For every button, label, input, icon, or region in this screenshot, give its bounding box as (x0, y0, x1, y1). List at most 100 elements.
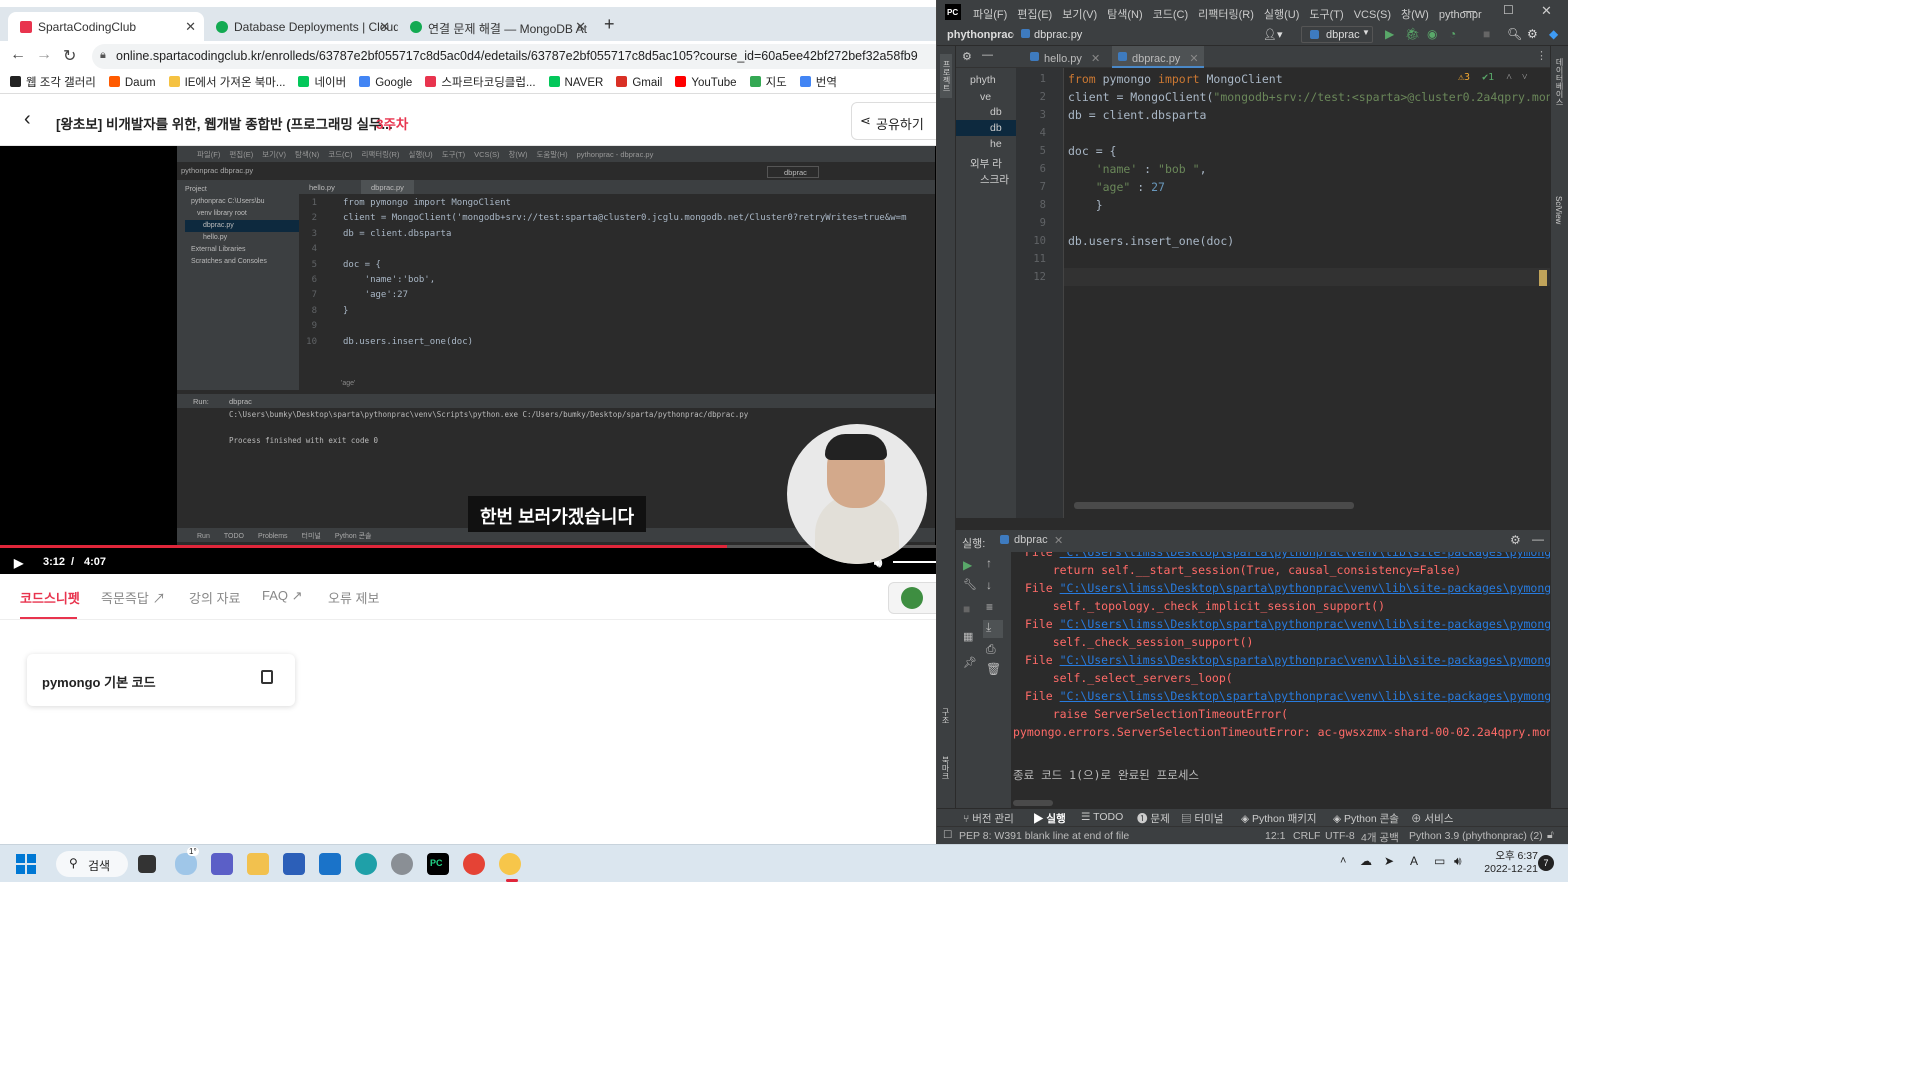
taskbar-search[interactable]: ⚲ 검색 (56, 851, 128, 877)
settings-gear-icon[interactable]: ⚙ (1510, 533, 1521, 547)
python-interpreter[interactable]: Python 3.9 (phythonprac) (2) (1409, 830, 1543, 842)
trash-icon[interactable]: 🗑︎ (986, 662, 1001, 676)
bookmark-item[interactable]: 번역 (799, 74, 837, 90)
editor-tab-dbprac[interactable]: dbprac.py ✕ (1112, 46, 1204, 68)
project-tree-item[interactable]: he (956, 136, 1016, 152)
breadcrumb-project[interactable]: phythonprac (947, 29, 1014, 41)
ime-icon[interactable]: A (1410, 854, 1418, 868)
close-window-icon[interactable]: ✕ (1541, 3, 1552, 19)
bottom-tool-tab[interactable]: ◈ Python 패키지 (1241, 811, 1317, 826)
pin-icon[interactable]: 📌︎ (963, 656, 977, 669)
notification-badge[interactable]: 7 (1538, 855, 1554, 871)
project-tree-item[interactable]: phyth (956, 72, 1016, 88)
editor-tab-hello[interactable]: hello.py ✕ (1024, 46, 1108, 68)
bookmark-item[interactable]: 지도 (749, 74, 787, 90)
wrench-icon[interactable]: 🔧︎ (963, 578, 977, 591)
settings-icon[interactable] (391, 853, 413, 875)
pycharm-taskbar-icon[interactable]: PC (427, 853, 449, 875)
clock[interactable]: 오후 6:37 2022-12-21 (1478, 850, 1538, 876)
tab-lecture-materials[interactable]: 강의 자료 (189, 588, 240, 607)
structure-tool-button[interactable]: 구조 (940, 708, 951, 724)
console-file-link[interactable]: "C:\Users\limss\Desktop\sparta\pythonpra… (1060, 581, 1550, 595)
network-icon[interactable]: ▭ (1434, 854, 1445, 868)
run-config-select[interactable]: dbprac ▼ (1301, 26, 1373, 43)
user-icon[interactable]: 👤︎▾ (1263, 28, 1283, 41)
browser-tab-mongodb-troubleshoot[interactable]: 연결 문제 해결 — MongoDB At ✕ (398, 12, 594, 41)
bookmark-item[interactable]: IE에서 가져온 북마... (168, 74, 285, 90)
rerun-icon[interactable]: ▶ (963, 558, 972, 572)
project-tree-item[interactable]: ve (956, 89, 1016, 105)
minimize-icon[interactable]: — (1532, 532, 1544, 546)
back-arrow-icon[interactable]: ← (10, 46, 26, 64)
layout-icon[interactable]: ▦ (963, 630, 973, 643)
breadcrumb-file[interactable]: dbprac.py (1034, 29, 1082, 41)
bottom-tool-tab[interactable]: ☰ TODO (1081, 811, 1123, 823)
send-icon[interactable]: ➤ (1384, 854, 1394, 868)
weather-widget-icon[interactable]: 1° (175, 847, 199, 875)
project-tree-item[interactable]: 스크라 (956, 170, 1016, 186)
close-icon[interactable]: ✕ (1054, 534, 1063, 547)
ide-menu-item[interactable]: 탐색(N) (1107, 9, 1143, 21)
settings-gear-icon[interactable]: ⚙ (962, 50, 972, 63)
run-tab-label[interactable]: dbprac (1014, 534, 1048, 546)
snippet-card[interactable]: pymongo 기본 코드 (27, 654, 295, 706)
bookmark-item[interactable]: 웹 조각 갤러리 (10, 74, 96, 90)
chevron-up-icon[interactable]: ˄ (1506, 72, 1512, 83)
ide-menu-item[interactable]: 실행(U) (1264, 9, 1300, 21)
more-icon[interactable]: ⋮ (1536, 49, 1547, 62)
print-icon[interactable]: ⎙ (986, 642, 996, 657)
bottom-tool-tab[interactable]: ❶ 문제 (1137, 811, 1170, 826)
project-tool-button[interactable]: 프로젝트 (940, 54, 952, 98)
run-icon[interactable]: ▶ (1385, 27, 1394, 41)
close-icon[interactable]: ✕ (575, 19, 586, 35)
run-console-output[interactable]: File "C:\Users\limss\Desktop\sparta\pyth… (1011, 552, 1550, 808)
close-icon[interactable]: ✕ (1091, 53, 1100, 65)
console-file-link[interactable]: "C:\Users\limss\Desktop\sparta\pythonpra… (1060, 617, 1550, 631)
up-arrow-icon[interactable]: ↑ (986, 556, 992, 570)
bookmarks-tool-button[interactable]: 북마크 (940, 756, 951, 780)
stop-icon[interactable]: ■ (1483, 27, 1490, 41)
soft-wrap-icon[interactable]: ≡ (986, 600, 993, 614)
bottom-tool-tab[interactable]: ▤ 터미널 (1181, 811, 1223, 826)
ide-menu-item[interactable]: 보기(V) (1062, 9, 1097, 21)
close-icon[interactable]: ✕ (1189, 53, 1198, 65)
teams-chat-icon[interactable] (211, 853, 233, 875)
tab-error-report[interactable]: 오류 제보 (328, 588, 379, 607)
ide-menu-item[interactable]: 코드(C) (1153, 9, 1189, 21)
console-file-link[interactable]: "C:\Users\limss\Desktop\sparta\pythonpra… (1060, 689, 1550, 703)
scroll-to-end-icon[interactable]: ⤓ (983, 620, 1003, 638)
ide-menu-item[interactable]: 창(W) (1401, 9, 1429, 21)
microsoft-store-icon[interactable] (283, 853, 305, 875)
volume-icon[interactable]: 🔊︎ (1454, 854, 1462, 869)
cursor-position[interactable]: 12:1 (1265, 830, 1285, 842)
bookmark-item[interactable]: YouTube (675, 76, 737, 89)
settings-gear-icon[interactable]: ⚙ (1527, 27, 1538, 41)
project-tree-item[interactable]: 외부 라 (956, 154, 1016, 170)
task-view-icon[interactable] (138, 855, 156, 873)
windows-start-icon[interactable] (16, 854, 36, 874)
app-icon[interactable] (499, 853, 521, 875)
panel-toggle-icon[interactable]: ☐ (943, 829, 952, 841)
maximize-icon[interactable]: ☐ (1503, 3, 1514, 17)
onedrive-cloud-icon[interactable]: ☁ (1360, 854, 1372, 868)
tab-code-snippet[interactable]: 코드스니펫 (20, 588, 80, 607)
stop-icon[interactable]: ■ (963, 602, 970, 616)
video-progress-bar[interactable] (0, 545, 936, 548)
file-explorer-icon[interactable] (247, 853, 269, 875)
bottom-tool-tab[interactable]: ⑂ 버전 관리 (963, 811, 1014, 826)
ide-menu-item[interactable]: 리팩터링(R) (1198, 9, 1254, 21)
bookmark-item[interactable]: 네이버 (298, 74, 346, 90)
forward-arrow-icon[interactable]: → (36, 46, 52, 64)
bookmark-item[interactable]: Gmail (616, 76, 662, 89)
video-player[interactable]: 파일(F) 편집(E) 보기(V) 탐색(N) 코드(C) 리팩터링(R) 실행(U) 도구(… (0, 146, 936, 574)
code-editor[interactable]: from pymongo import MongoClient client = … (1064, 68, 1550, 518)
ide-menu-item[interactable]: VCS(S) (1354, 9, 1391, 21)
line-separator[interactable]: CRLF (1293, 830, 1320, 842)
database-tool-button[interactable]: 데이터베이스 (1554, 58, 1565, 106)
file-encoding[interactable]: UTF-8 (1325, 830, 1355, 842)
mascot-button[interactable] (888, 582, 936, 614)
play-icon[interactable]: ▶ (14, 556, 23, 570)
project-tree-item[interactable]: db (956, 120, 1016, 136)
browser-tab-database-deployments[interactable]: Database Deployments | Cloud ✕ (204, 12, 398, 41)
bookmark-item[interactable]: Google (359, 76, 412, 89)
